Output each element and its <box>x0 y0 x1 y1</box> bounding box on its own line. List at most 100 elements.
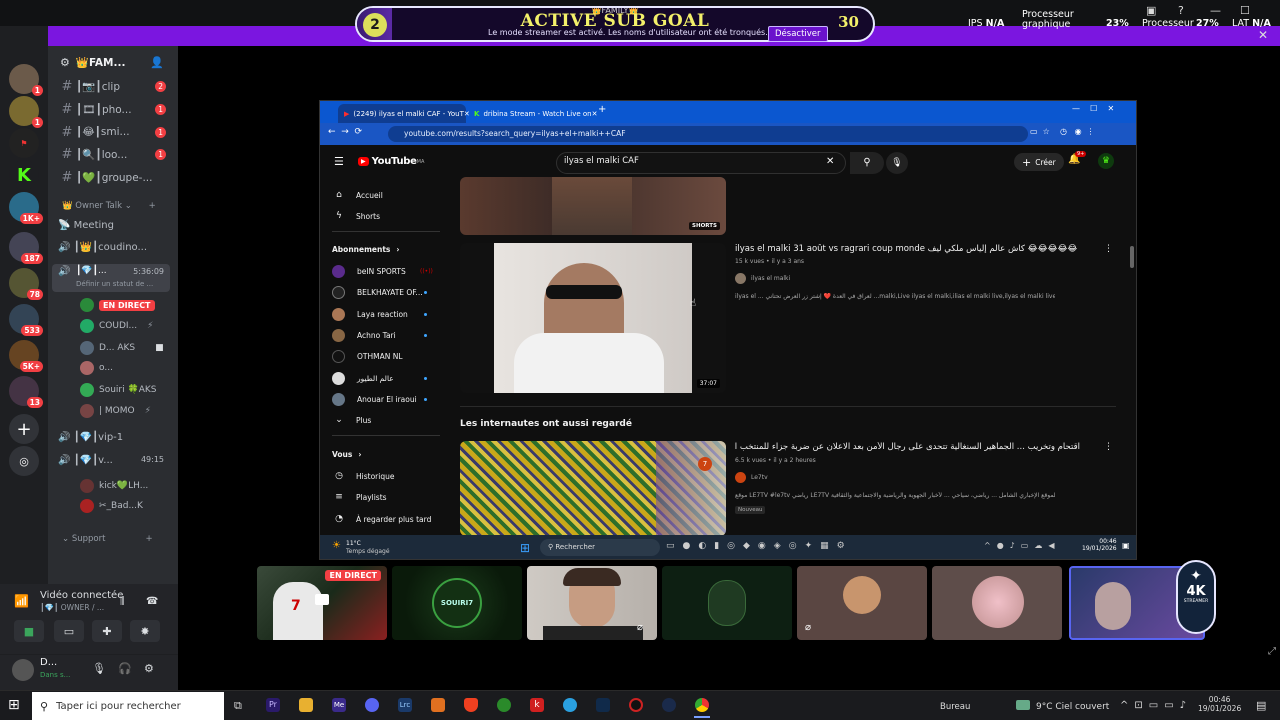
activities-button[interactable]: ✚ <box>92 620 122 642</box>
xbox-icon[interactable] <box>497 698 511 712</box>
fullscreen-icon[interactable]: ⤢ <box>1268 646 1276 657</box>
video-channel[interactable]: Le7tv <box>735 472 768 483</box>
sidebar-sub-birds[interactable]: عالم الطيور <box>332 369 394 387</box>
soundboard-button[interactable]: ✸ <box>130 620 160 642</box>
sidebar-sub-belkhayate[interactable]: BELKHAYATE OF... <box>332 283 423 301</box>
minimize-icon[interactable]: — <box>1210 4 1221 17</box>
browser-tab-kick[interactable]: Kdribina Stream - Watch Live on ✕ <box>468 104 598 123</box>
server-header[interactable]: ⚙ 👑FAM... 👤 <box>48 52 178 72</box>
taskbar-search[interactable]: ⚲ Rechercher <box>540 539 660 556</box>
voice-channel-v[interactable]: 🔊 ┃💎┃v... 49:15 <box>58 455 170 466</box>
user-avatar[interactable] <box>12 659 34 681</box>
windows-start-icon[interactable]: ⊞ <box>8 697 20 713</box>
voice-member[interactable]: ✂_Bad...K <box>80 496 143 516</box>
create-button[interactable]: + Créer <box>1014 153 1064 171</box>
sidebar-sub-anouar[interactable]: Anouar El iraoui <box>332 390 417 408</box>
server-icon[interactable]: 5K+ <box>9 340 43 372</box>
server-icon[interactable]: 1 <box>9 96 43 128</box>
desktop-label[interactable]: Bureau <box>940 702 970 712</box>
voice-member[interactable]: o... <box>80 358 113 378</box>
microphone-icon[interactable]: 🎙 <box>92 662 106 675</box>
results-scrollbar[interactable] <box>1130 246 1134 268</box>
server-icon[interactable]: 1 <box>9 64 43 96</box>
lightroom-icon[interactable]: Lrc <box>398 698 412 712</box>
notifications-center-icon[interactable]: ▣ <box>1122 541 1130 550</box>
obs-icon[interactable] <box>629 698 643 712</box>
headphones-icon[interactable]: 🎧 <box>118 662 132 675</box>
voice-search-icon[interactable]: 🎙 <box>886 152 908 174</box>
premiere-icon[interactable]: Pr <box>266 698 280 712</box>
youtube-logo[interactable]: ▶ YouTube MA <box>358 156 424 167</box>
sidebar-history[interactable]: ◷ Historique <box>332 467 394 485</box>
help-icon[interactable]: ? <box>1178 4 1184 17</box>
browser-toolbar-icons[interactable]: ▭ ☆ ◷ ◉ ⋮ <box>1030 127 1095 136</box>
file-explorer-icon[interactable] <box>299 698 313 712</box>
camera-tile[interactable]: ⌀ <box>797 566 927 640</box>
brave-icon[interactable] <box>464 698 478 712</box>
video-title[interactable]: ilyas el malki 31 août vs ragrari coup m… <box>735 244 1080 254</box>
inbox-icon[interactable]: ▣ <box>1146 4 1156 17</box>
chrome-icon[interactable] <box>695 698 709 712</box>
video-thumbnail[interactable]: 7 <box>460 441 726 536</box>
voice-panel-channel[interactable]: ┃💎┃ OWNER / ... <box>40 603 104 612</box>
notification-center-icon[interactable]: ▤ <box>1256 699 1266 712</box>
taskbar-search-box[interactable]: ⚲ Taper ici pour rechercher <box>32 692 224 720</box>
app-k-icon[interactable]: k <box>530 698 544 712</box>
search-icon[interactable]: ⚲ <box>850 152 884 174</box>
set-status-text[interactable]: Définir un statut de ... <box>76 280 153 288</box>
user-settings-icon[interactable]: ⚙ <box>144 662 154 675</box>
weather-text[interactable]: 9°C Ciel couvert <box>1036 702 1109 712</box>
camera-tile[interactable]: SOUIRI7 <box>392 566 522 640</box>
channel-look[interactable]: # ┃🔍┃loo... 1 <box>48 144 178 164</box>
category-owner-talk[interactable]: 👑 Owner Talk ⌄ + <box>62 201 156 211</box>
voice-member[interactable]: kick💚LH... <box>80 476 148 496</box>
category-support[interactable]: ⌄ Support + <box>62 534 153 544</box>
explore-icon[interactable]: ◎ <box>9 446 39 476</box>
clear-search-icon[interactable]: ✕ <box>826 156 834 167</box>
account-avatar[interactable]: ♛ <box>1098 153 1114 169</box>
server-icon[interactable]: 13 <box>9 376 43 408</box>
app-icon[interactable] <box>596 698 610 712</box>
discord-taskbar-icon[interactable] <box>365 698 379 712</box>
voice-member[interactable]: Souiri 🍀AKS <box>80 380 156 400</box>
system-tray-icons[interactable]: ^⊡▭▭♪ <box>1120 700 1192 711</box>
invite-icon[interactable]: 👤 <box>150 56 164 69</box>
voice-member[interactable]: | MOMO ⚡ <box>80 401 151 421</box>
voice-channel-coudino[interactable]: 🔊 ┃👑┃coudino... <box>58 242 147 253</box>
task-view-icon[interactable]: ⧉ <box>234 699 242 713</box>
maximize-icon[interactable]: ☐ <box>1240 4 1250 17</box>
system-tray-icons[interactable]: ^●♪▭☁◀ <box>984 541 1061 550</box>
video-thumbnail[interactable]: 37:07 <box>460 243 726 393</box>
sidebar-sub-bein[interactable]: beIN SPORTS <box>332 262 406 280</box>
add-server-icon[interactable]: + <box>9 414 39 444</box>
noise-suppression-icon[interactable]: ⫼ <box>120 596 125 607</box>
new-tab-icon[interactable]: + <box>598 104 606 115</box>
shorts-thumbnail[interactable]: SHORTS <box>460 177 726 235</box>
server-icon[interactable]: 1K+ <box>9 192 43 224</box>
server-icon[interactable]: ⚑ <box>9 128 39 158</box>
windows-start-icon[interactable]: ⊞ <box>520 541 530 555</box>
camera-tile[interactable] <box>662 566 792 640</box>
sidebar-more[interactable]: ⌄ Plus <box>332 411 371 429</box>
close-icon[interactable]: ✕ <box>1258 28 1268 42</box>
server-icon[interactable]: 187 <box>9 232 43 264</box>
camera-toggle-button[interactable]: ■ <box>14 620 44 642</box>
voice-member-live[interactable]: EN DIRECT <box>80 298 155 312</box>
video-channel[interactable]: ilyas el malki <box>735 273 790 284</box>
sidebar-subscriptions-header[interactable]: Abonnements › <box>332 240 399 258</box>
signal-icon[interactable]: 📶 <box>14 594 29 608</box>
sidebar-you-header[interactable]: Vous › <box>332 445 361 463</box>
clock[interactable]: 00:46 19/01/2026 <box>1198 695 1241 713</box>
menu-icon[interactable]: ☰ <box>334 155 344 168</box>
tab-close-icon[interactable]: ✕ <box>592 110 598 118</box>
server-icon[interactable]: 533 <box>9 304 43 336</box>
voice-channel-active[interactable]: 🔊 ┃💎┃... 5:36:09 Définir un statut de ..… <box>52 264 170 292</box>
channel-clip[interactable]: # ┃📷┃clip 2 <box>48 76 178 96</box>
sidebar-sub-achno[interactable]: Achno Tari <box>332 326 396 344</box>
voice-channel-vip[interactable]: 🔊 ┃💎┃vip-1 <box>58 432 123 443</box>
voice-member[interactable]: D... AKS ■ <box>80 338 164 358</box>
disable-streamer-mode-button[interactable]: Désactiver <box>768 26 828 42</box>
server-icon[interactable]: 78 <box>9 268 43 300</box>
sidebar-sub-laya[interactable]: Laya reaction <box>332 305 408 323</box>
channel-smileys[interactable]: # ┃😂┃smi... 1 <box>48 122 178 142</box>
